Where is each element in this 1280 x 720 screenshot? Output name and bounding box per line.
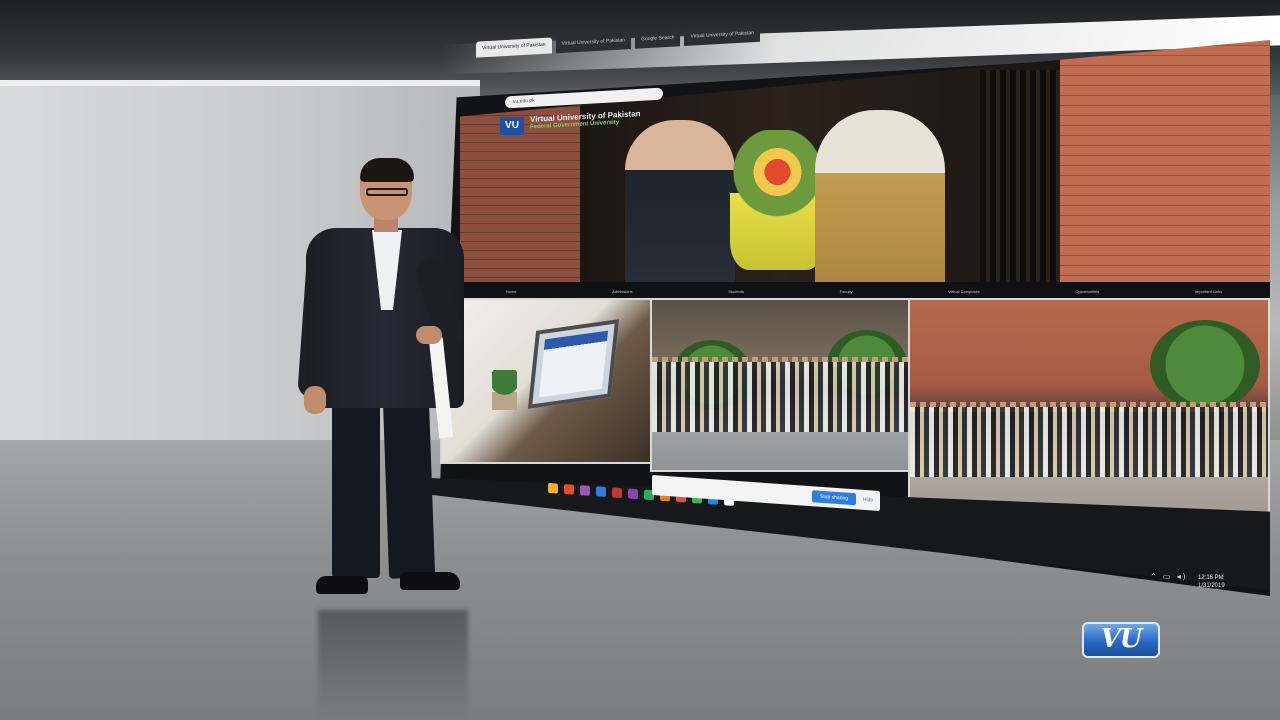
nav-item-faculty[interactable]: Faculty xyxy=(840,289,853,294)
site-logo[interactable]: VU xyxy=(500,117,524,135)
app-icon[interactable] xyxy=(612,487,622,499)
nav-item-opportunities[interactable]: Opportunities xyxy=(1075,289,1099,294)
presenter-glasses xyxy=(366,188,408,196)
laptop xyxy=(527,319,620,409)
nav-item-admissions[interactable]: Admissions xyxy=(612,289,632,294)
thumbnail-laptop-desk[interactable] xyxy=(440,298,654,464)
browser-tab[interactable]: Virtual University of Pakistan xyxy=(555,32,632,54)
nav-item-students[interactable]: Students xyxy=(728,289,744,294)
browser-tab[interactable]: Virtual University of Pakistan xyxy=(476,37,552,58)
presenter-hair xyxy=(360,158,414,182)
browser-tab[interactable]: Virtual University of Pakistan xyxy=(684,25,760,47)
laptop-screen xyxy=(538,330,609,398)
man-in-suit xyxy=(625,120,735,295)
app-icon[interactable] xyxy=(564,484,574,495)
app-icon[interactable] xyxy=(628,488,638,500)
folder-icon[interactable] xyxy=(548,482,558,494)
potted-plant xyxy=(492,370,517,410)
taskbar-clock[interactable]: 12:16 PM 1/31/2019 xyxy=(1198,574,1225,590)
clock-date: 1/31/2019 xyxy=(1198,583,1225,589)
studio-background: Virtual University of Pakistan Virtual U… xyxy=(0,0,1280,720)
presenter-left-shoe xyxy=(316,576,368,594)
bearded-man xyxy=(815,110,945,295)
flower-bouquet xyxy=(730,130,825,270)
presenter-right-hand xyxy=(416,326,442,344)
app-icon[interactable] xyxy=(580,485,590,496)
system-tray[interactable]: ⌃ ▭ ◂) xyxy=(1150,572,1187,581)
nav-item-campuses[interactable]: Virtual Campuses xyxy=(948,289,980,294)
vu-logo-text: VU xyxy=(1100,624,1143,654)
nav-item-links[interactable]: Important Links xyxy=(1195,289,1222,294)
hide-button[interactable]: Hide xyxy=(860,494,876,507)
brick-wall-right xyxy=(1060,40,1270,295)
presenter-reflection xyxy=(318,610,468,720)
presenter-right-leg xyxy=(382,397,436,579)
thumbnail-group-photo[interactable] xyxy=(650,298,914,472)
browser-tab[interactable]: Google Search xyxy=(635,30,681,49)
nav-item-home[interactable]: Home xyxy=(506,289,517,294)
stop-sharing-button[interactable]: Stop sharing xyxy=(812,490,856,506)
iron-gate xyxy=(980,70,1060,295)
thumbnail-group-photo-large[interactable] xyxy=(908,298,1270,517)
tree xyxy=(1150,320,1260,410)
presenter xyxy=(297,158,468,603)
presenter-left-leg xyxy=(332,398,380,578)
crowd xyxy=(910,407,1268,477)
presenter-left-hand xyxy=(304,386,326,414)
crowd xyxy=(652,362,912,432)
app-icon[interactable] xyxy=(596,486,606,497)
clock-time: 12:16 PM xyxy=(1198,575,1224,581)
vu-watermark-logo: VU xyxy=(1082,622,1160,666)
presenter-right-shoe xyxy=(400,572,460,590)
